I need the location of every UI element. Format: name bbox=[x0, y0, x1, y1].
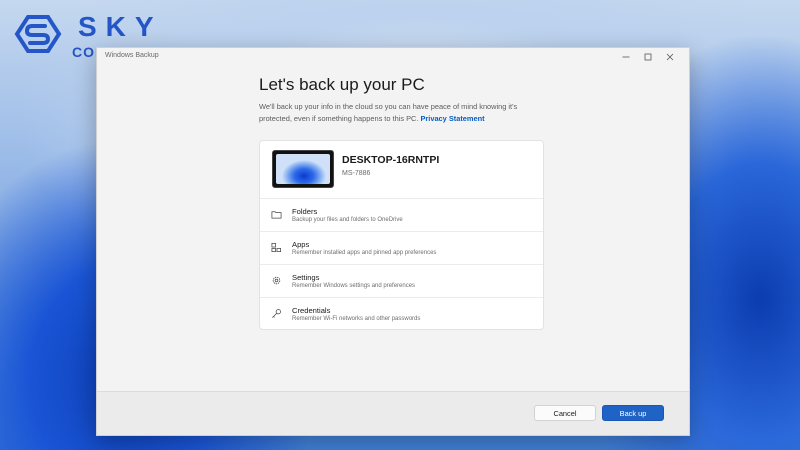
sky-computer-logo-icon bbox=[14, 15, 62, 53]
option-credentials[interactable]: Credentials Remember Wi-Fi networks and … bbox=[260, 298, 543, 330]
option-subtitle: Backup your files and folders to OneDriv… bbox=[292, 217, 403, 223]
window-controls bbox=[615, 49, 681, 65]
dialog-footer: Cancel Back up bbox=[97, 391, 689, 435]
minimize-button[interactable] bbox=[615, 49, 637, 65]
option-title: Credentials bbox=[292, 306, 331, 315]
gear-icon bbox=[272, 276, 281, 285]
device-model: MS-7886 bbox=[342, 170, 371, 177]
close-icon bbox=[666, 53, 674, 61]
cancel-button[interactable]: Cancel bbox=[534, 405, 596, 421]
page-description: We'll back up your info in the cloud so … bbox=[259, 101, 549, 125]
folder-icon bbox=[271, 211, 282, 219]
logo-text-sky: SKY bbox=[78, 11, 163, 42]
privacy-statement-link[interactable]: Privacy Statement bbox=[420, 114, 484, 123]
option-title: Folders bbox=[292, 207, 318, 216]
device-thumbnail bbox=[272, 150, 334, 188]
page-title: Let's back up your PC bbox=[259, 75, 425, 94]
maximize-button[interactable] bbox=[637, 49, 659, 65]
option-folders[interactable]: Folders Backup your files and folders to… bbox=[260, 199, 543, 232]
title-bar: Windows Backup bbox=[97, 48, 689, 66]
windows-backup-window: Windows Backup Let's back up your PC We'… bbox=[96, 47, 690, 436]
device-name: DESKTOP-16RNTPI bbox=[342, 154, 440, 166]
close-button[interactable] bbox=[659, 49, 681, 65]
option-subtitle: Remember Wi-Fi networks and other passwo… bbox=[292, 316, 421, 322]
backup-options-card: DESKTOP-16RNTPI MS-7886 Folders Backup y… bbox=[259, 140, 544, 330]
key-icon bbox=[272, 309, 281, 318]
option-subtitle: Remember Windows settings and preference… bbox=[292, 283, 416, 289]
option-title: Settings bbox=[292, 273, 320, 282]
option-apps[interactable]: Apps Remember installed apps and pinned … bbox=[260, 232, 543, 265]
device-info: DESKTOP-16RNTPI MS-7886 bbox=[260, 141, 543, 199]
maximize-icon bbox=[644, 53, 652, 61]
back-up-button[interactable]: Back up bbox=[602, 405, 664, 421]
option-subtitle: Remember installed apps and pinned app p… bbox=[292, 250, 437, 256]
option-settings[interactable]: Settings Remember Windows settings and p… bbox=[260, 265, 543, 298]
device-screen-image bbox=[276, 154, 330, 184]
option-title: Apps bbox=[292, 240, 310, 249]
minimize-icon bbox=[622, 56, 630, 58]
window-title: Windows Backup bbox=[105, 52, 159, 59]
apps-icon bbox=[271, 243, 281, 252]
